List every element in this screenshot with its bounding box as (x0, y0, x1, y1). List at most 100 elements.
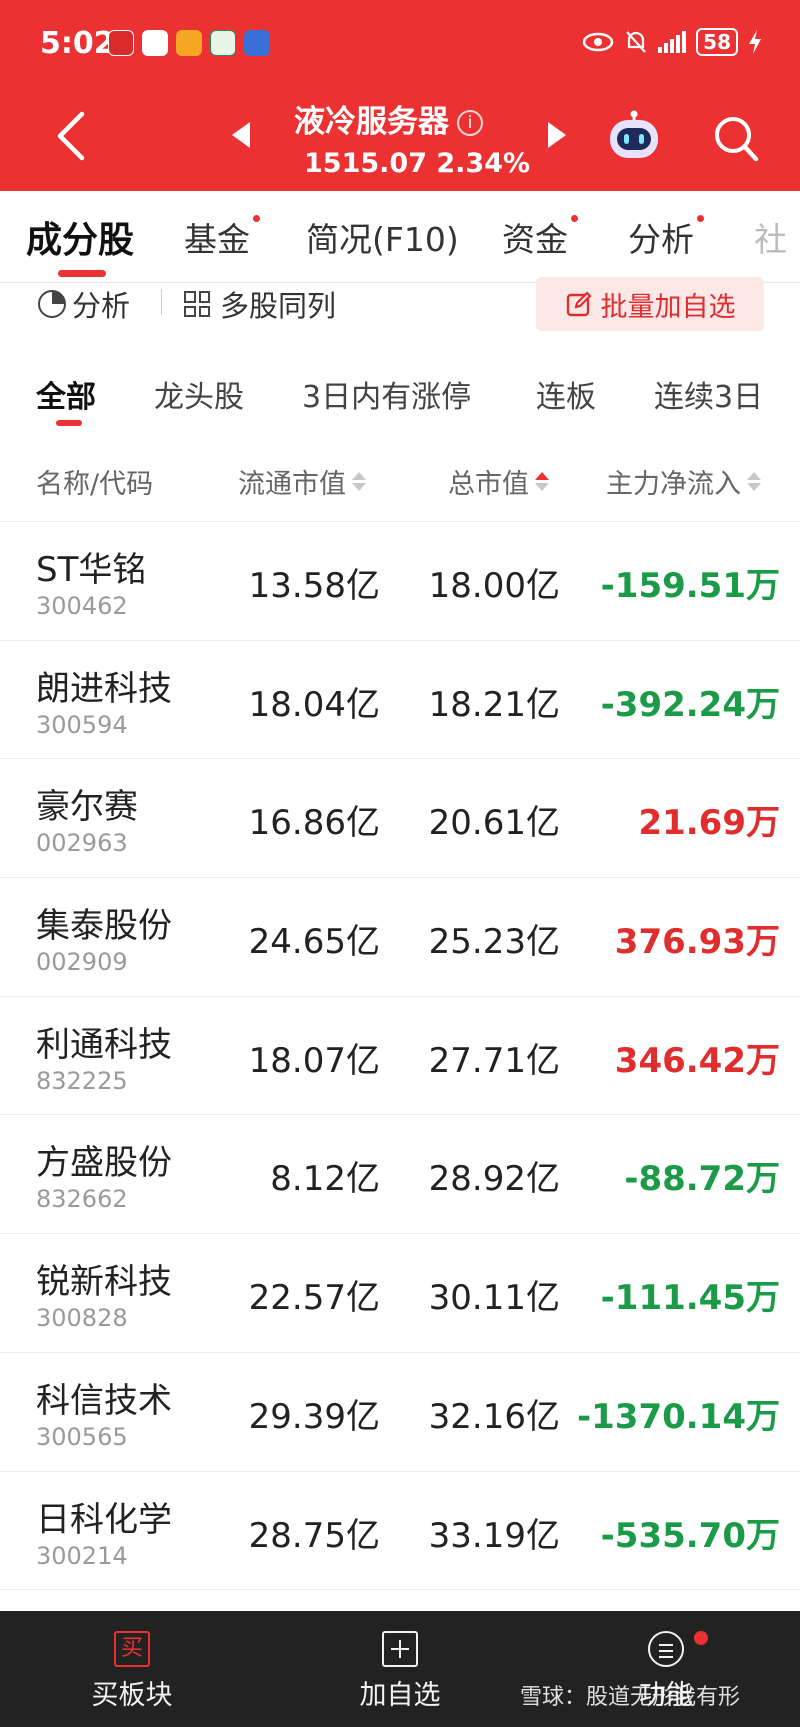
stock-code: 300565 (36, 1422, 128, 1451)
table-row[interactable]: 锐新科技 300828 22.57亿 30.11亿 -111.45万 (0, 1234, 800, 1353)
message-icon (142, 30, 168, 56)
table-row[interactable]: 日科化学 300214 28.75亿 33.19亿 -535.70万 (0, 1472, 800, 1591)
stock-list: ST华铭 300462 13.58亿 18.00亿 -159.51万 朗进科技 … (0, 522, 800, 1591)
info-icon[interactable]: i (457, 110, 483, 136)
tab-capital[interactable]: 资金 (502, 213, 578, 261)
tab-profile-f10[interactable]: 简况(F10) (306, 213, 459, 261)
prev-sector-icon[interactable] (232, 122, 250, 148)
total-cap: 18.21亿 (428, 684, 560, 725)
column-name-code: 名称/代码 (36, 462, 153, 501)
signal-icon (658, 31, 687, 53)
table-row[interactable]: 科信技术 300565 29.39亿 32.16亿 -1370.14万 (0, 1353, 800, 1472)
float-cap: 18.04亿 (248, 684, 380, 725)
stock-name: 日科化学 (36, 1499, 172, 1540)
float-cap: 29.39亿 (248, 1396, 380, 1437)
net-inflow: -159.51万 (600, 566, 780, 606)
buy-sector-button[interactable]: 买 买板块 (62, 1631, 202, 1712)
tab-analysis[interactable]: 分析 (628, 213, 704, 261)
tool-row: 分析 多股同列 批量加自选 (0, 277, 800, 333)
column-float-cap[interactable]: 流通市值 (238, 462, 366, 501)
table-row[interactable]: 集泰股份 002909 24.65亿 25.23亿 376.93万 (0, 878, 800, 997)
sector-quote: 1515.07 2.34% (304, 148, 531, 179)
tab-label: 基金 (184, 220, 250, 259)
tab-label: 资金 (502, 220, 568, 259)
column-label: 主力净流入 (606, 469, 741, 500)
stock-code: 300462 (36, 592, 128, 620)
net-inflow: -392.24万 (600, 684, 780, 725)
stock-name: 豪尔赛 (36, 787, 138, 828)
column-label: 流通市值 (238, 469, 346, 500)
buy-icon: 买 (114, 1631, 150, 1667)
filter-tabs: 全部 龙头股 3日内有涨停 连板 连续3日 (0, 360, 800, 430)
total-cap: 20.61亿 (428, 803, 560, 844)
page-title: 液冷服务器 i (294, 96, 483, 141)
table-row[interactable]: 朗进科技 300594 18.04亿 18.21亿 -392.24万 (0, 641, 800, 760)
filter-limit-up-3d[interactable]: 3日内有涨停 (302, 372, 471, 416)
float-cap: 13.58亿 (248, 566, 380, 606)
column-total-cap[interactable]: 总市值 (448, 462, 549, 501)
section-tabs: 成分股 基金 简况(F10) 资金 分析 社 (0, 191, 800, 283)
batch-add-watchlist-button[interactable]: 批量加自选 (536, 277, 764, 331)
filter-consecutive-3d[interactable]: 连续3日 (654, 372, 763, 416)
tab-constituents[interactable]: 成分股 (26, 211, 134, 263)
add-watchlist-label: 加自选 (359, 1680, 441, 1711)
net-inflow: 346.42万 (614, 1040, 780, 1081)
charging-icon (749, 30, 761, 54)
grid-icon (184, 291, 210, 317)
app-notification-icon (210, 30, 236, 56)
multi-stock-label: 多股同列 (220, 289, 337, 323)
filter-all[interactable]: 全部 (36, 372, 96, 416)
back-icon[interactable] (52, 110, 92, 162)
filter-underline (56, 420, 82, 426)
stock-name: 科信技术 (36, 1380, 172, 1421)
eye-icon (582, 32, 614, 52)
search-icon[interactable] (712, 114, 760, 164)
filter-leaders[interactable]: 龙头股 (154, 372, 244, 416)
divider (161, 289, 162, 315)
net-inflow: -1370.14万 (577, 1396, 780, 1437)
edit-icon (566, 291, 592, 317)
tab-funds[interactable]: 基金 (184, 213, 260, 261)
tab-community[interactable]: 社 (754, 213, 787, 261)
buy-sector-label: 买板块 (91, 1680, 173, 1711)
add-watchlist-button[interactable]: 加自选 (330, 1631, 470, 1712)
table-row[interactable]: 方盛股份 832662 8.12亿 28.92亿 -88.72万 (0, 1115, 800, 1235)
tab-dot (571, 215, 578, 222)
app-notification-icon (108, 30, 134, 56)
float-cap: 28.75亿 (248, 1515, 380, 1556)
menu-icon (648, 1631, 684, 1667)
stock-name: 集泰股份 (36, 906, 172, 947)
total-cap: 32.16亿 (428, 1396, 560, 1437)
filter-consecutive-boards[interactable]: 连板 (536, 372, 596, 416)
float-cap: 8.12亿 (270, 1159, 380, 1200)
status-bar: 5:02 58 (0, 0, 800, 88)
stock-name: 方盛股份 (36, 1143, 172, 1184)
stock-code: 002963 (36, 829, 128, 858)
sort-icon (352, 472, 366, 491)
column-net-inflow[interactable]: 主力净流入 (606, 462, 761, 501)
float-cap: 18.07亿 (248, 1040, 380, 1081)
mute-bell-icon (626, 31, 646, 53)
table-row[interactable]: 利通科技 832225 18.07亿 27.71亿 346.42万 (0, 997, 800, 1116)
tab-label: 分析 (628, 220, 694, 259)
analysis-button[interactable]: 分析 (38, 283, 130, 325)
app-notification-icon (176, 30, 202, 56)
sector-name: 液冷服务器 (294, 104, 449, 140)
app-notification-icon (244, 30, 270, 56)
header: 5:02 58 液冷服务器 i 1515.07 2.34% (0, 0, 800, 191)
table-row[interactable]: 豪尔赛 002963 16.86亿 20.61亿 21.69万 (0, 759, 800, 879)
system-icons: 58 (582, 28, 762, 56)
next-sector-icon[interactable] (548, 122, 566, 148)
status-time: 5:02 (40, 26, 115, 61)
stock-name: 利通科技 (36, 1024, 172, 1065)
table-row[interactable]: ST华铭 300462 13.58亿 18.00亿 -159.51万 (0, 522, 800, 641)
sort-icon (747, 472, 761, 491)
total-cap: 30.11亿 (428, 1278, 560, 1319)
robot-assistant-icon[interactable] (606, 110, 662, 162)
tab-underline (58, 270, 106, 277)
net-inflow: 376.93万 (614, 922, 780, 963)
tab-dot (697, 215, 704, 222)
total-cap: 28.92亿 (428, 1159, 560, 1200)
multi-stock-button[interactable]: 多股同列 (184, 283, 336, 325)
float-cap: 16.86亿 (248, 803, 380, 844)
